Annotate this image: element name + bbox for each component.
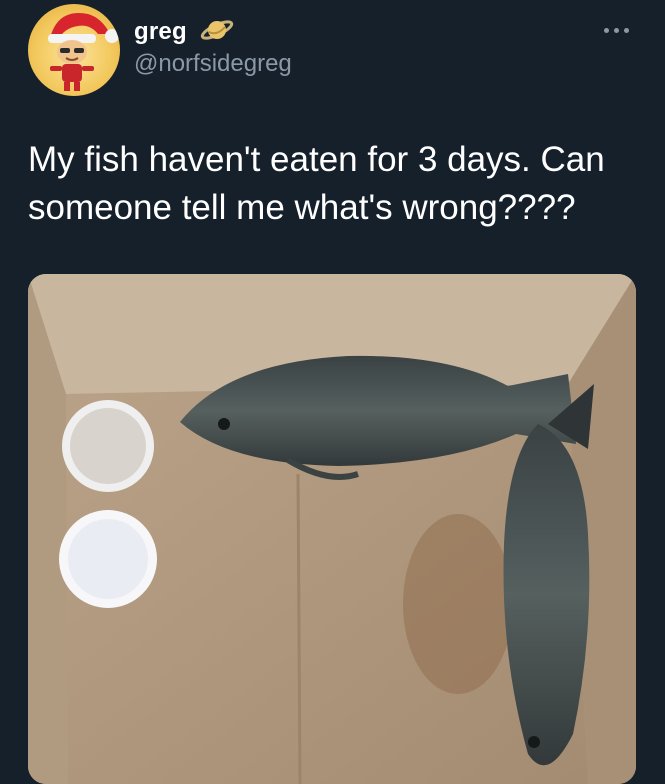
dot-icon bbox=[623, 27, 629, 33]
user-avatar[interactable] bbox=[28, 4, 120, 96]
user-handle[interactable]: @norfsidegreg bbox=[134, 50, 292, 78]
tweet-media-image[interactable] bbox=[28, 274, 636, 784]
photo-fish-in-box bbox=[28, 274, 636, 784]
display-name[interactable]: greg bbox=[134, 18, 187, 46]
tweet-card: greg @norfsidegreg My fish haven't eaten… bbox=[0, 0, 665, 784]
avatar-character-icon bbox=[48, 13, 119, 91]
planet-emoji-icon bbox=[200, 20, 234, 40]
more-options-icon[interactable] bbox=[596, 22, 636, 38]
tweet-text: My fish haven't eaten for 3 days. Can so… bbox=[28, 140, 605, 227]
dot-icon bbox=[613, 27, 619, 33]
dot-icon bbox=[603, 27, 609, 33]
